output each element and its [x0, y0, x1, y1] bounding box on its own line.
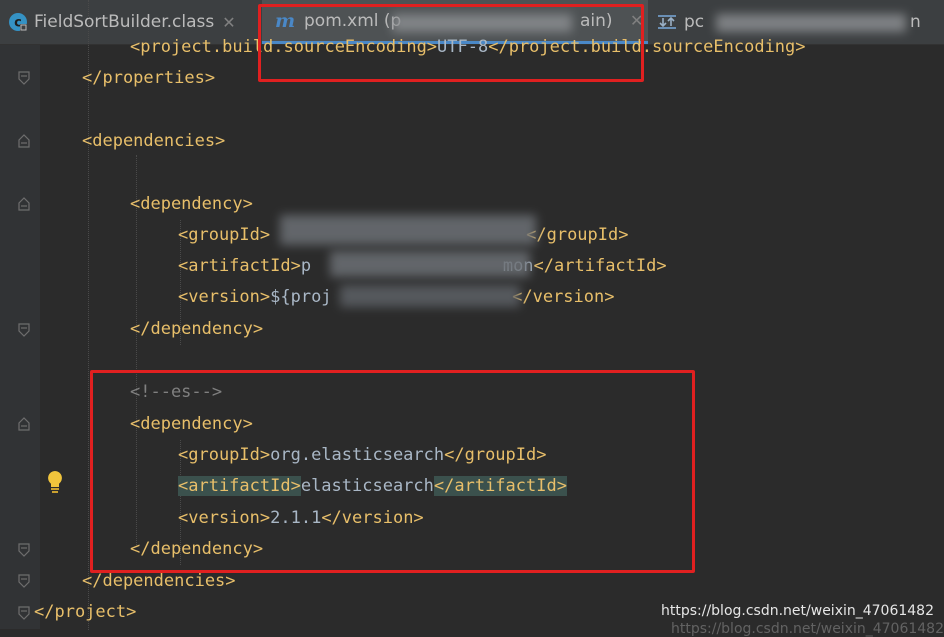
class-icon: c — [8, 12, 28, 32]
code-line: </project> — [34, 597, 136, 627]
fold-end-icon[interactable] — [17, 323, 31, 337]
watermark: https://blog.csdn.net/weixin_47061482 — [660, 603, 934, 619]
code-line: <dependencies> — [82, 126, 225, 156]
xml-tag: </project> — [34, 602, 137, 622]
xml-tag: <dependency> — [130, 194, 253, 214]
code-line: <dependency> — [130, 189, 253, 219]
code-line: </properties> — [82, 63, 215, 93]
tab-label: FieldSortBuilder.class — [34, 12, 215, 32]
fold-end-icon[interactable] — [17, 574, 31, 588]
fold-start-icon[interactable] — [17, 197, 31, 211]
xml-tag: </properties> — [82, 68, 216, 88]
xml-tag: <dependencies> — [82, 131, 226, 151]
close-icon[interactable]: ✕ — [222, 13, 235, 32]
fold-start-icon[interactable] — [17, 134, 31, 148]
watermark-echo: https://blog.csdn.net/weixin_47061482 — [670, 621, 944, 637]
xml-tag: </dependency> — [130, 319, 264, 339]
fold-start-icon[interactable] — [17, 417, 31, 431]
xml-tag: </groupId> — [526, 225, 629, 245]
annotation-box-dependency — [90, 370, 695, 573]
module-icon — [656, 12, 678, 32]
indent-guide — [88, 0, 89, 630]
fold-end-icon[interactable] — [17, 606, 31, 620]
annotation-box-tab — [258, 4, 644, 82]
xml-tag: <artifactId> — [178, 256, 301, 276]
redacted-text — [330, 251, 530, 277]
editor-gutter — [0, 45, 40, 629]
xml-tag: <groupId> — [178, 225, 271, 245]
fold-end-icon[interactable] — [17, 71, 31, 85]
xml-tag: </artifactId> — [533, 256, 667, 276]
tab-label-tail: n — [910, 12, 921, 32]
xml-tag: </dependencies> — [82, 571, 236, 591]
fold-end-icon[interactable] — [17, 543, 31, 557]
redacted-text — [280, 215, 536, 245]
redacted-text — [716, 14, 906, 32]
xml-tag: <version> — [178, 287, 271, 307]
code-line: </dependency> — [130, 314, 263, 344]
redacted-text — [340, 285, 520, 307]
xml-tag: </version> — [512, 287, 615, 307]
tab-label: pc — [684, 12, 705, 32]
